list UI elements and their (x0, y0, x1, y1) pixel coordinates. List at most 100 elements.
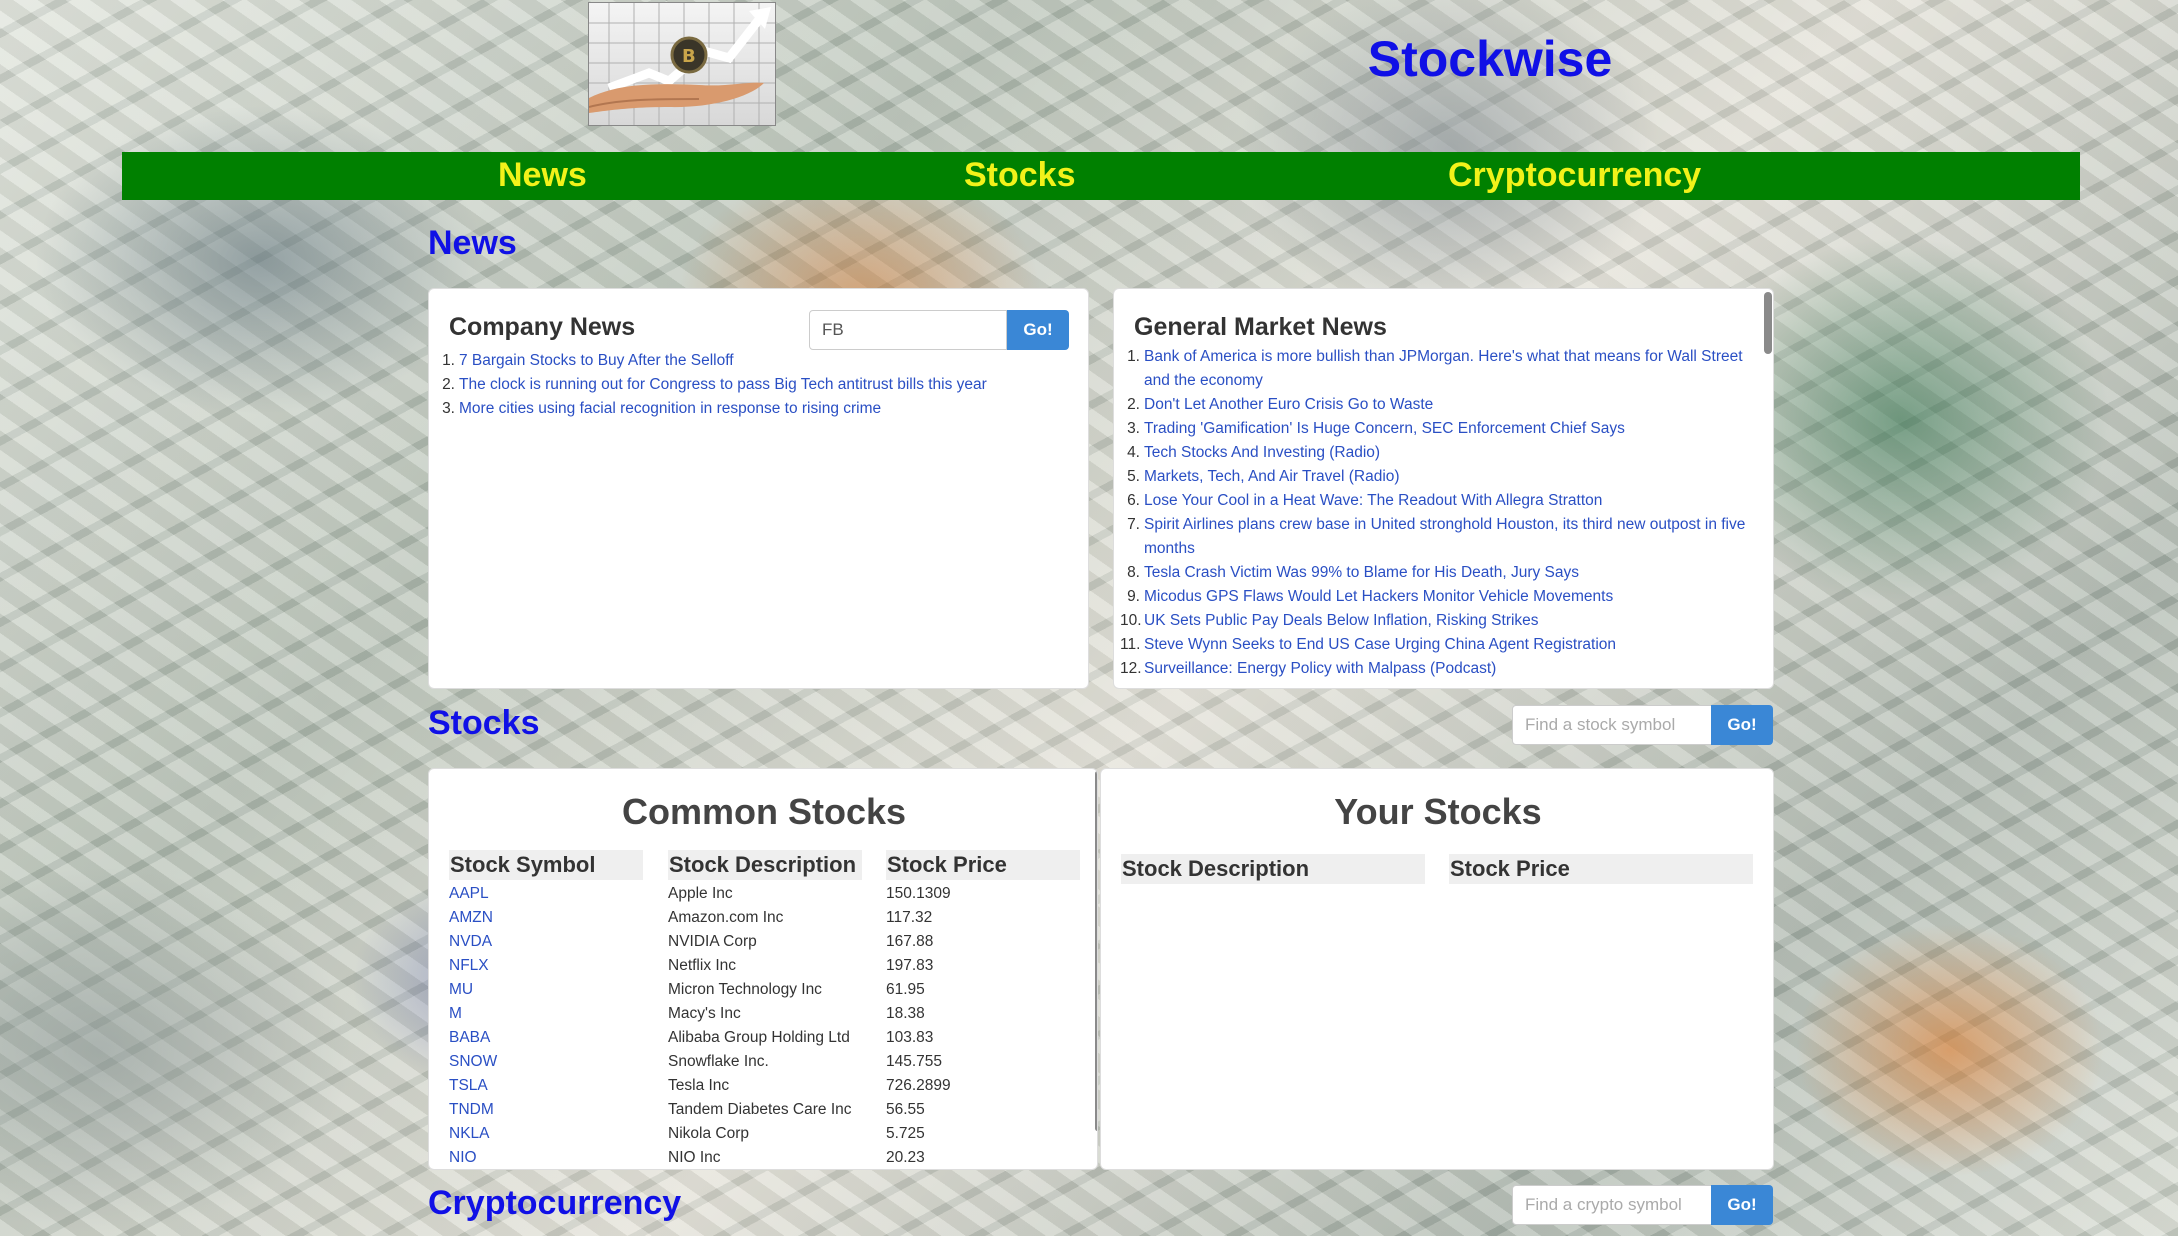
common-stocks-scrollbar[interactable] (1095, 771, 1097, 1131)
company-news-go-button[interactable]: Go! (1007, 310, 1069, 350)
stock-description-cell: NIO Inc (668, 1149, 721, 1166)
company-symbol-input[interactable] (809, 310, 1007, 350)
cryptocurrency-heading: Cryptocurrency (428, 1184, 682, 1222)
general-news-link[interactable]: Steve Wynn Seeks to End US Case Urging C… (1144, 636, 1616, 653)
stock-symbol-search-input[interactable] (1512, 705, 1712, 745)
company-news-link[interactable]: More cities using facial recognition in … (459, 400, 881, 417)
nav-stocks[interactable]: Stocks (964, 156, 1076, 195)
stock-symbol-link[interactable]: BABA (449, 1026, 490, 1050)
general-news-link[interactable]: Bank of America is more bullish than JPM… (1144, 348, 1743, 389)
list-item: 3. More cities using facial recognition i… (442, 400, 882, 417)
list-item: 4. Tech Stocks And Investing (Radio) (1127, 444, 1381, 461)
company-news-list: 1. 7 Bargain Stocks to Buy After the Sell… (441, 349, 1061, 421)
stock-symbol-link[interactable]: NVDA (449, 930, 492, 954)
list-item: 5. Markets, Tech, And Air Travel (Radio) (1127, 468, 1400, 485)
stock-description-cell: NVIDIA Corp (668, 933, 757, 950)
list-item: 2. Don't Let Another Euro Crisis Go to Wa… (1127, 396, 1434, 413)
stock-price-cell: 103.83 (886, 1029, 934, 1046)
list-item: 3. Trading 'Gamification' Is Huge Concern… (1127, 420, 1625, 437)
general-news-link[interactable]: UK Sets Public Pay Deals Below Inflation… (1144, 612, 1539, 629)
main-navbar: News Stocks Cryptocurrency (122, 152, 2080, 200)
stock-symbol-link[interactable]: M (449, 1002, 462, 1026)
general-news-link[interactable]: Spirit Airlines plans crew base in Unite… (1144, 516, 1745, 557)
list-item: 2. The clock is running out for Congress … (442, 376, 987, 393)
stock-price-cell: 150.1309 (886, 885, 951, 902)
stock-symbol-link[interactable]: SNOW (449, 1050, 497, 1074)
stock-symbol-link[interactable]: MU (449, 978, 473, 1002)
company-news-link[interactable]: The clock is running out for Congress to… (459, 376, 987, 393)
your-stocks-panel: Your Stocks Stock Description Stock Pric… (1100, 768, 1774, 1170)
stock-symbol-link[interactable]: TSLA (449, 1074, 488, 1098)
bitcoin-growth-hand-logo-icon: B (589, 3, 775, 125)
list-item: 12. Surveillance: Energy Policy with Malp… (1120, 660, 1497, 677)
stock-price-cell: 167.88 (886, 933, 934, 950)
common-stocks-panel: Common Stocks Stock Symbol Stock Descrip… (428, 768, 1098, 1170)
company-news-link[interactable]: 7 Bargain Stocks to Buy After the Sellof… (459, 352, 734, 369)
nav-news[interactable]: News (498, 156, 587, 195)
stock-description-cell: Nikola Corp (668, 1125, 749, 1142)
list-item: 8. Tesla Crash Victim Was 99% to Blame fo… (1127, 564, 1580, 581)
stock-description-cell: Apple Inc (668, 885, 733, 902)
general-news-link[interactable]: Don't Let Another Euro Crisis Go to Wast… (1144, 396, 1433, 413)
company-news-title: Company News (449, 313, 636, 341)
stock-price-cell: 20.23 (886, 1149, 925, 1166)
your-column-header-description: Stock Description (1121, 854, 1425, 884)
stock-symbol-link[interactable]: NKLA (449, 1122, 490, 1146)
stock-search-go-button[interactable]: Go! (1711, 705, 1773, 745)
crypto-symbol-search-input[interactable] (1512, 1185, 1712, 1225)
your-column-header-price: Stock Price (1449, 854, 1753, 884)
stocks-heading: Stocks (428, 704, 540, 742)
site-logo: B (588, 2, 776, 126)
list-item: 9. Micodus GPS Flaws Would Let Hackers Mo… (1127, 588, 1614, 605)
stock-description-cell: Amazon.com Inc (668, 909, 784, 926)
stock-symbol-link[interactable]: AAPL (449, 882, 489, 906)
general-news-link[interactable]: Markets, Tech, And Air Travel (Radio) (1144, 468, 1400, 485)
list-item: 11. Steve Wynn Seeks to End US Case Urgin… (1120, 636, 1617, 653)
stock-price-cell: 61.95 (886, 981, 925, 998)
list-item: 6. Lose Your Cool in a Heat Wave: The Rea… (1127, 492, 1603, 509)
column-header-description: Stock Description (668, 850, 862, 880)
company-news-panel: Company News Go! 1.7 Bargain Stocks to B… (428, 288, 1089, 689)
list-item: 7. Spirit Airlines plans crew base in Uni… (1127, 516, 1746, 557)
stock-price-cell: 117.32 (886, 909, 933, 926)
stock-symbol-link[interactable]: TNDM (449, 1098, 494, 1122)
stock-price-cell: 5.725 (886, 1125, 925, 1142)
general-news-scrollbar[interactable] (1764, 292, 1772, 354)
column-header-price: Stock Price (886, 850, 1080, 880)
stock-description-cell: Netflix Inc (668, 957, 737, 974)
stock-description-cell: Micron Technology Inc (668, 981, 822, 998)
general-news-link[interactable]: Tech Stocks And Investing (Radio) (1144, 444, 1380, 461)
general-news-list: 1. Bank of America is more bullish than J… (1120, 345, 1752, 681)
stock-price-cell: 56.55 (886, 1101, 925, 1118)
stock-price-cell: 726.2899 (886, 1077, 951, 1094)
stock-symbol-link[interactable]: NIO (449, 1146, 477, 1169)
nav-cryptocurrency[interactable]: Cryptocurrency (1448, 156, 1701, 195)
general-news-panel: General Market News 1. Bank of America is… (1113, 288, 1774, 689)
crypto-search-go-button[interactable]: Go! (1711, 1185, 1773, 1225)
stock-description-cell: Tesla Inc (668, 1077, 730, 1094)
list-item: 1. Bank of America is more bullish than J… (1127, 348, 1743, 389)
stock-price-cell: 145.755 (886, 1053, 943, 1070)
general-news-link[interactable]: Trading 'Gamification' Is Huge Concern, … (1144, 420, 1625, 437)
stock-symbol-link[interactable]: NFLX (449, 954, 489, 978)
stock-description-cell: Macy's Inc (668, 1005, 741, 1022)
list-item: 1. 7 Bargain Stocks to Buy After the Sell… (442, 352, 734, 369)
site-title: Stockwise (1367, 31, 1613, 87)
your-stocks-title: Your Stocks (1334, 791, 1542, 832)
general-news-link[interactable]: Tesla Crash Victim Was 99% to Blame for … (1144, 564, 1579, 581)
stock-description-cell: Tandem Diabetes Care Inc (668, 1101, 852, 1118)
column-header-symbol: Stock Symbol (449, 850, 643, 880)
stock-description-cell: Alibaba Group Holding Ltd (668, 1029, 850, 1046)
general-news-link[interactable]: Lose Your Cool in a Heat Wave: The Reado… (1144, 492, 1602, 509)
stock-price-cell: 18.38 (886, 1005, 925, 1022)
stock-symbol-link[interactable]: AMZN (449, 906, 493, 930)
list-item: 10. UK Sets Public Pay Deals Below Inflat… (1120, 612, 1539, 629)
general-news-link[interactable]: Surveillance: Energy Policy with Malpass… (1144, 660, 1496, 677)
stock-price-cell: 197.83 (886, 957, 934, 974)
news-heading: News (428, 224, 517, 262)
common-stocks-title: Common Stocks (621, 791, 907, 832)
svg-text:B: B (682, 46, 696, 67)
stock-description-cell: Snowflake Inc. (668, 1053, 769, 1070)
general-news-link[interactable]: Micodus GPS Flaws Would Let Hackers Moni… (1144, 588, 1613, 605)
general-news-title: General Market News (1134, 313, 1387, 341)
